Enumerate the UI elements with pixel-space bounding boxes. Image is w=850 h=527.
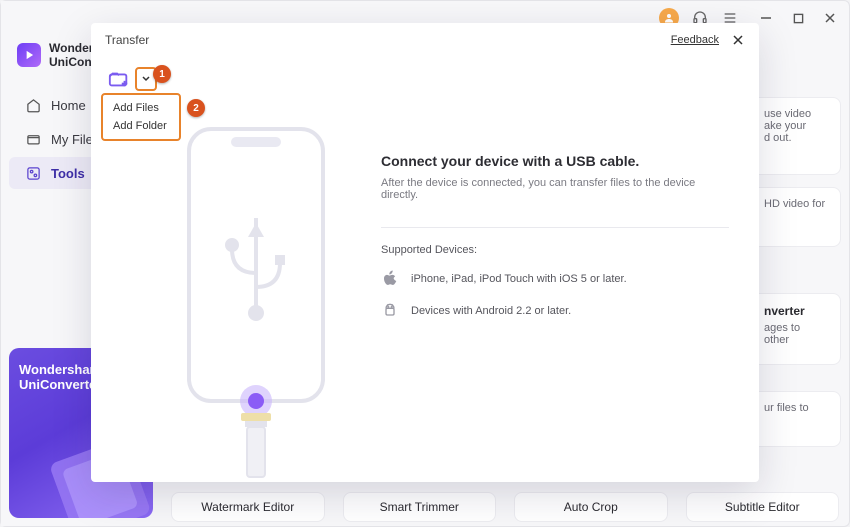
sidebar-item-label: My File: [51, 132, 93, 147]
window-close-icon[interactable]: [821, 9, 839, 27]
brand-logo-icon: [17, 43, 41, 67]
bg-card-title: nverter: [764, 304, 828, 318]
tool-smart-trimmer[interactable]: Smart Trimmer: [343, 492, 497, 522]
folder-plus-icon: [108, 69, 130, 89]
supported-ios-row: iPhone, iPad, iPod Touch with iOS 5 or l…: [381, 270, 729, 288]
sidebar-item-label: Home: [51, 98, 86, 113]
bg-card: nverter ages to other: [751, 293, 841, 365]
bg-card-text: d out.: [764, 132, 828, 144]
add-button-group: [105, 67, 157, 91]
window-maximize-icon[interactable]: [789, 9, 807, 27]
supported-android-text: Devices with Android 2.2 or later.: [411, 305, 571, 317]
bottom-tools: Watermark Editor Smart Trimmer Auto Crop…: [171, 492, 839, 522]
bg-card: use video ake your d out.: [751, 97, 841, 175]
apple-icon: [381, 270, 399, 288]
chevron-down-icon: [142, 76, 150, 82]
divider: [381, 227, 729, 228]
bg-card: HD video for: [751, 187, 841, 247]
tool-label: Watermark Editor: [201, 500, 294, 514]
phone-usb-icon: [171, 123, 341, 483]
sidebar-item-label: Tools: [51, 166, 85, 181]
folder-icon: [25, 131, 41, 147]
supported-android-row: Devices with Android 2.2 or later.: [381, 302, 729, 320]
app-window: Wondersh UniConv Home My File: [0, 0, 850, 527]
info-column: Connect your device with a USB cable. Af…: [361, 123, 729, 462]
tool-watermark-editor[interactable]: Watermark Editor: [171, 492, 325, 522]
tool-label: Subtitle Editor: [725, 500, 800, 514]
bg-card-text: ages to other: [764, 322, 828, 346]
connect-headline: Connect your device with a USB cable.: [381, 153, 729, 169]
feedback-link[interactable]: Feedback: [671, 34, 719, 46]
transfer-modal: Transfer Feedback 1: [91, 23, 759, 482]
bg-card-text: use video: [764, 108, 828, 120]
android-icon: [381, 302, 399, 320]
window-minimize-icon[interactable]: [757, 9, 775, 27]
dropdown-add-files[interactable]: Add Files: [103, 99, 179, 117]
tools-icon: [25, 165, 41, 181]
bg-card: ur files to: [751, 391, 841, 447]
tool-label: Auto Crop: [564, 500, 618, 514]
home-icon: [25, 97, 41, 113]
modal-close-icon[interactable]: [731, 33, 745, 47]
supported-ios-text: iPhone, iPad, iPod Touch with iOS 5 or l…: [411, 273, 627, 285]
supported-devices-label: Supported Devices:: [381, 244, 729, 256]
callout-badge-2: 2: [187, 99, 205, 117]
bg-card-text: ur files to: [764, 402, 828, 414]
bg-card-text: ake your: [764, 120, 828, 132]
bg-card-text: HD video for: [764, 198, 828, 210]
callout-badge-1: 1: [153, 65, 171, 83]
connect-subline: After the device is connected, you can t…: [381, 177, 729, 201]
device-illustration: [151, 123, 361, 462]
tool-subtitle-editor[interactable]: Subtitle Editor: [686, 492, 840, 522]
tool-label: Smart Trimmer: [380, 500, 459, 514]
modal-header: Transfer Feedback: [91, 23, 759, 57]
add-files-button[interactable]: [105, 67, 133, 91]
modal-title: Transfer: [105, 33, 149, 47]
tool-auto-crop[interactable]: Auto Crop: [514, 492, 668, 522]
modal-content: Connect your device with a USB cable. Af…: [151, 123, 729, 462]
